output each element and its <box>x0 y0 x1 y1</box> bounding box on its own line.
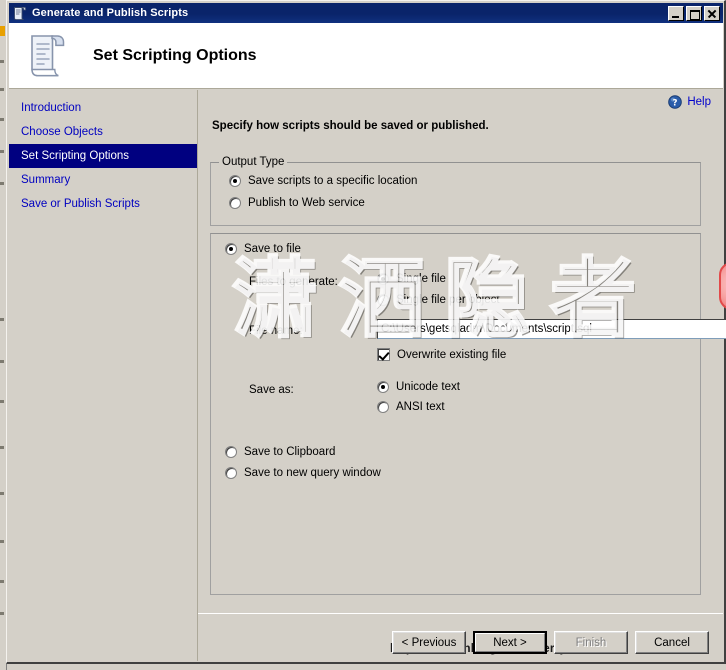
title-bar: Generate and Publish Scripts <box>9 3 723 23</box>
help-label: Help <box>687 96 711 108</box>
maximize-icon[interactable] <box>686 5 702 21</box>
radio-label: Save scripts to a specific location <box>248 175 418 187</box>
output-type-legend: Output Type <box>219 156 288 168</box>
radio-indicator <box>225 243 237 255</box>
previous-button[interactable]: < Previous <box>392 631 466 654</box>
radio-single-file[interactable]: Single file <box>377 273 446 285</box>
radio-indicator <box>225 467 237 479</box>
wizard-step-list: Introduction Choose Objects Set Scriptin… <box>9 90 198 661</box>
sidebar-item-save-or-publish-scripts[interactable]: Save or Publish Scripts <box>9 192 197 216</box>
checkbox-label: Overwrite existing file <box>397 348 507 361</box>
checkbox-indicator <box>377 348 390 361</box>
next-button-label: Next > <box>475 633 545 652</box>
close-icon[interactable] <box>704 5 720 21</box>
page-title: Set Scripting Options <box>93 46 257 64</box>
radio-save-to-file[interactable]: Save to file <box>225 243 301 255</box>
save-as-label: Save as: <box>249 384 294 396</box>
files-to-generate-label: Files to generate: <box>249 276 338 288</box>
radio-indicator <box>377 273 389 285</box>
sidebar-item-choose-objects[interactable]: Choose Objects <box>9 120 197 144</box>
radio-save-scripts-to-location[interactable]: Save scripts to a specific location <box>229 175 417 187</box>
radio-indicator <box>377 294 389 306</box>
radio-indicator <box>377 401 389 413</box>
cancel-button[interactable]: Cancel <box>635 631 709 654</box>
svg-text:?: ? <box>673 98 678 108</box>
radio-save-to-new-query-window[interactable]: Save to new query window <box>225 467 381 479</box>
dialog-window: Generate and Publish Scripts Set Scripti… <box>6 0 726 664</box>
annotation-callout: 设置高级属性 <box>719 262 726 310</box>
checkbox-overwrite-existing-file[interactable]: Overwrite existing file <box>377 348 506 361</box>
next-button[interactable]: Next > <box>473 631 547 654</box>
sidebar-item-summary[interactable]: Summary <box>9 168 197 192</box>
file-name-input[interactable]: C:\Users\getsqladm\Documents\script.sql <box>377 319 726 339</box>
output-type-group: Output Type Save scripts to a specific l… <box>210 156 701 226</box>
radio-label: Save to Clipboard <box>244 446 336 458</box>
wizard-button-bar: < Previous Next > Finish Cancel <box>198 613 723 661</box>
script-scroll-icon <box>12 6 28 21</box>
radio-single-file-per-object[interactable]: Single file per object <box>377 294 500 306</box>
radio-publish-to-web-service[interactable]: Publish to Web service <box>229 197 365 209</box>
desktop-background: Generate and Publish Scripts Set Scripti… <box>0 0 726 670</box>
radio-indicator <box>377 381 389 393</box>
save-options-group: Save to file Files to generate: Single f… <box>210 233 726 595</box>
background-amber-marker <box>0 26 5 36</box>
radio-label: Unicode text <box>396 381 460 393</box>
instruction-text: Specify how scripts should be saved or p… <box>212 120 489 132</box>
radio-label: ANSI text <box>396 401 445 413</box>
callout-bubble: 设置高级属性 <box>719 262 726 310</box>
radio-indicator <box>229 175 241 187</box>
content-pane: ? Help Specify how scripts should be sav… <box>198 90 726 661</box>
script-scroll-large-icon <box>21 29 75 83</box>
radio-unicode-text[interactable]: Unicode text <box>377 381 460 393</box>
radio-label: Publish to Web service <box>248 197 365 209</box>
help-link[interactable]: ? Help <box>668 95 711 109</box>
window-title: Generate and Publish Scripts <box>32 7 189 19</box>
radio-label: Single file per object <box>396 294 500 306</box>
sidebar-item-introduction[interactable]: Introduction <box>9 96 197 120</box>
file-name-label: File name: <box>249 325 303 337</box>
radio-ansi-text[interactable]: ANSI text <box>377 401 445 413</box>
radio-label: Single file <box>396 273 446 285</box>
radio-indicator <box>225 446 237 458</box>
dialog-body: Introduction Choose Objects Set Scriptin… <box>9 90 726 661</box>
sidebar-item-set-scripting-options[interactable]: Set Scripting Options <box>9 144 197 168</box>
minimize-icon[interactable] <box>668 5 684 21</box>
page-header: Set Scripting Options <box>9 23 723 89</box>
radio-save-to-clipboard[interactable]: Save to Clipboard <box>225 446 335 458</box>
radio-indicator <box>229 197 241 209</box>
finish-button: Finish <box>554 631 628 654</box>
radio-label: Save to new query window <box>244 467 381 479</box>
radio-label: Save to file <box>244 243 301 255</box>
question-mark-icon: ? <box>668 95 683 109</box>
window-controls <box>668 5 721 21</box>
